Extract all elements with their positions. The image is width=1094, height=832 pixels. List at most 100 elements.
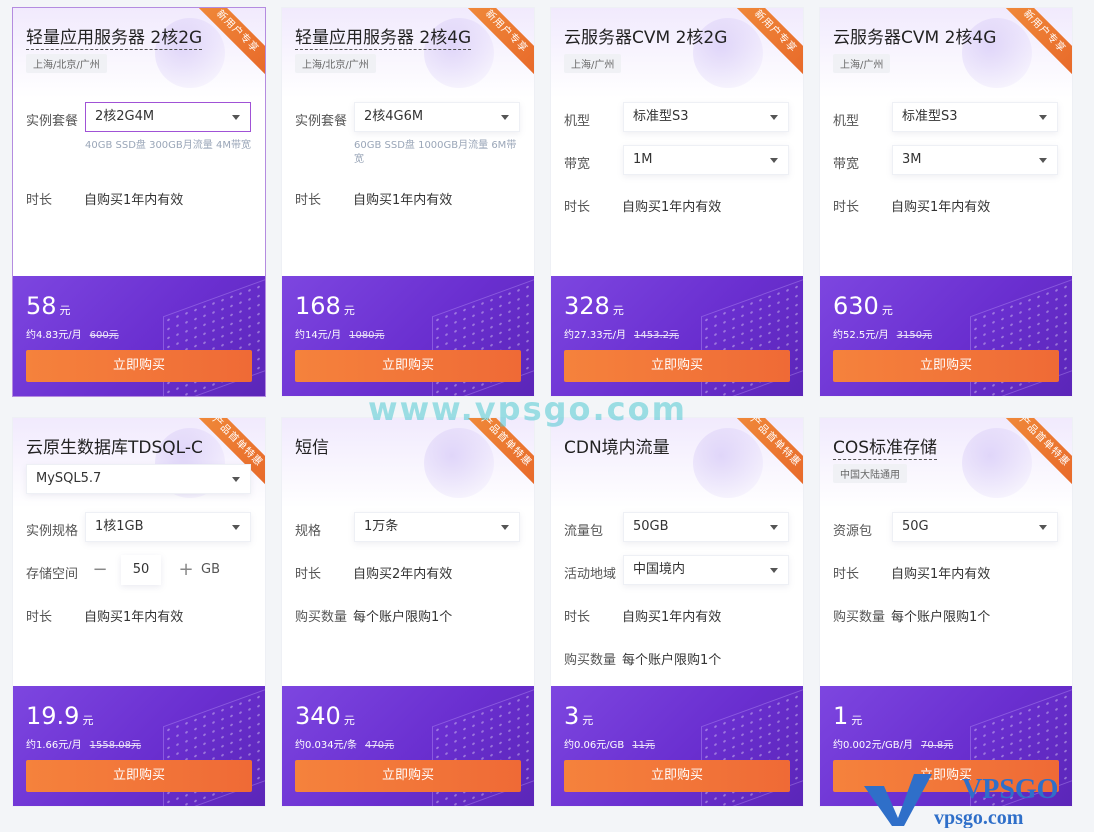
buy-now-button[interactable]: 立即购买: [26, 760, 252, 792]
price: 19.9 元: [26, 702, 93, 730]
option-value: 每个账户限购1个: [353, 610, 453, 625]
option-label: 时长: [295, 567, 322, 582]
buy-now-button[interactable]: 立即购买: [833, 760, 1059, 792]
select-value: 标准型S3: [633, 109, 689, 124]
price-amount: 168: [295, 292, 341, 320]
chevron-down-icon: [1039, 115, 1047, 120]
minus-button[interactable]: −: [85, 555, 115, 585]
option-label: 购买数量: [295, 610, 348, 625]
price-detail: 约52.5元/月 3150元: [833, 326, 932, 341]
option-row: 实例套餐: [26, 110, 84, 129]
original-price: 1453.2元: [634, 330, 679, 341]
option-select[interactable]: 2核2G4M: [85, 102, 251, 132]
select-value: 2核2G4M: [95, 109, 155, 124]
option-select[interactable]: 50GB: [623, 512, 789, 542]
option-row: 购买数量 每个账户限购1个: [295, 606, 452, 625]
buy-now-button[interactable]: 立即购买: [833, 350, 1059, 382]
original-price: 11元: [632, 740, 655, 751]
price-unit: 元: [59, 304, 71, 317]
option-select[interactable]: 标准型S3: [623, 102, 789, 132]
option-hint: 40GB SSD盘 300GB月流量 4M带宽: [85, 140, 251, 151]
option-row: 时长 自购买2年内有效: [295, 563, 452, 582]
buy-now-button[interactable]: 立即购买: [564, 350, 790, 382]
option-label: 时长: [564, 610, 591, 625]
stepper-unit: GB: [201, 562, 220, 577]
select-value: 中国境内: [633, 562, 686, 577]
option-row: 流量包: [564, 520, 622, 539]
chevron-down-icon: [770, 568, 778, 573]
price-unit: 元: [851, 714, 863, 727]
option-select[interactable]: 中国境内: [623, 555, 789, 585]
option-row: 时长 自购买1年内有效: [26, 189, 183, 208]
option-select[interactable]: 1核1GB: [85, 512, 251, 542]
price-detail: 约0.002元/GB/月 70.8元: [833, 736, 953, 751]
original-price: 470元: [365, 740, 395, 751]
option-label: 带宽: [833, 157, 860, 172]
price: 630 元: [833, 292, 893, 320]
chevron-down-icon: [501, 525, 509, 530]
monthly-price: 约0.002元/GB/月: [833, 740, 913, 751]
option-row: 规格: [295, 520, 353, 539]
option-value: 每个账户限购1个: [891, 610, 991, 625]
card-title: 云服务器CVM 2核4G: [833, 28, 997, 48]
option-select[interactable]: 50G: [892, 512, 1058, 542]
chevron-down-icon: [1039, 158, 1047, 163]
product-card: 产品首单特惠 云原生数据库TDSQL-C MySQL5.7 实例规格 1核1GB 存储空间…: [12, 417, 266, 807]
select-value: MySQL5.7: [36, 471, 102, 486]
buy-now-button[interactable]: 立即购买: [295, 760, 521, 792]
option-select[interactable]: 标准型S3: [892, 102, 1058, 132]
price-amount: 630: [833, 292, 879, 320]
option-row: 时长 自购买1年内有效: [833, 196, 990, 215]
engine-select[interactable]: MySQL5.7: [26, 464, 251, 494]
stepper-value[interactable]: 50: [121, 555, 161, 585]
option-select[interactable]: 1万条: [354, 512, 520, 542]
option-label: 时长: [564, 200, 591, 215]
price-unit: 元: [82, 714, 94, 727]
price-panel: 328 元约27.33元/月 1453.2元 立即购买: [551, 276, 803, 396]
monthly-price: 约0.034元/条: [295, 740, 357, 751]
product-card: 产品首单特惠 短信 规格 1万条 时长 自购买2年内有效 购买数量 每个账户限购1个 340 元约…: [281, 417, 535, 807]
option-row: 带宽: [564, 153, 622, 172]
plus-button[interactable]: +: [171, 555, 201, 585]
option-value: 自购买1年内有效: [84, 610, 184, 625]
chevron-down-icon: [1039, 525, 1047, 530]
chevron-down-icon: [770, 158, 778, 163]
option-select[interactable]: 2核4G6M: [354, 102, 520, 132]
monthly-price: 约0.06元/GB: [564, 740, 625, 751]
chevron-down-icon: [232, 115, 240, 120]
original-price: 1558.08元: [89, 740, 141, 751]
select-value: 1万条: [364, 519, 399, 534]
option-value: 自购买1年内有效: [622, 610, 722, 625]
option-value: 自购买1年内有效: [84, 193, 184, 208]
price: 328 元: [564, 292, 624, 320]
select-value: 50GB: [633, 519, 669, 534]
region-tag: 上海/广州: [564, 54, 622, 73]
chevron-down-icon: [501, 115, 509, 120]
buy-now-button[interactable]: 立即购买: [26, 350, 252, 382]
option-row: 购买数量 每个账户限购1个: [833, 606, 990, 625]
price: 340 元: [295, 702, 355, 730]
option-row: 带宽: [833, 153, 891, 172]
card-decoration: [962, 428, 1032, 498]
option-label: 购买数量: [564, 653, 617, 668]
card-title: 云原生数据库TDSQL-C: [26, 438, 203, 458]
product-card: 新用户专享 云服务器CVM 2核4G 上海/广州 机型 标准型S3 带宽 3M 时长 自购买1年…: [819, 7, 1073, 397]
option-hint: 60GB SSD盘 1000GB月流量 6M带宽: [354, 140, 517, 165]
card-title: CDN境内流量: [564, 438, 670, 458]
buy-now-button[interactable]: 立即购买: [564, 760, 790, 792]
card-title: 云服务器CVM 2核2G: [564, 28, 728, 48]
buy-now-button[interactable]: 立即购买: [295, 350, 521, 382]
option-value: 自购买1年内有效: [891, 567, 991, 582]
original-price: 70.8元: [920, 740, 954, 751]
chevron-down-icon: [232, 477, 240, 482]
price-panel: 340 元约0.034元/条 470元立即购买: [282, 686, 534, 806]
option-value: 每个账户限购1个: [622, 653, 722, 668]
option-label: 购买数量: [833, 610, 886, 625]
option-select[interactable]: 3M: [892, 145, 1058, 175]
option-select[interactable]: 1M: [623, 145, 789, 175]
option-row: 机型: [833, 110, 891, 129]
price-unit: 元: [343, 714, 355, 727]
option-row: 时长 自购买1年内有效: [564, 196, 721, 215]
option-label: 流量包: [564, 524, 604, 539]
option-row: 时长 自购买1年内有效: [833, 563, 990, 582]
